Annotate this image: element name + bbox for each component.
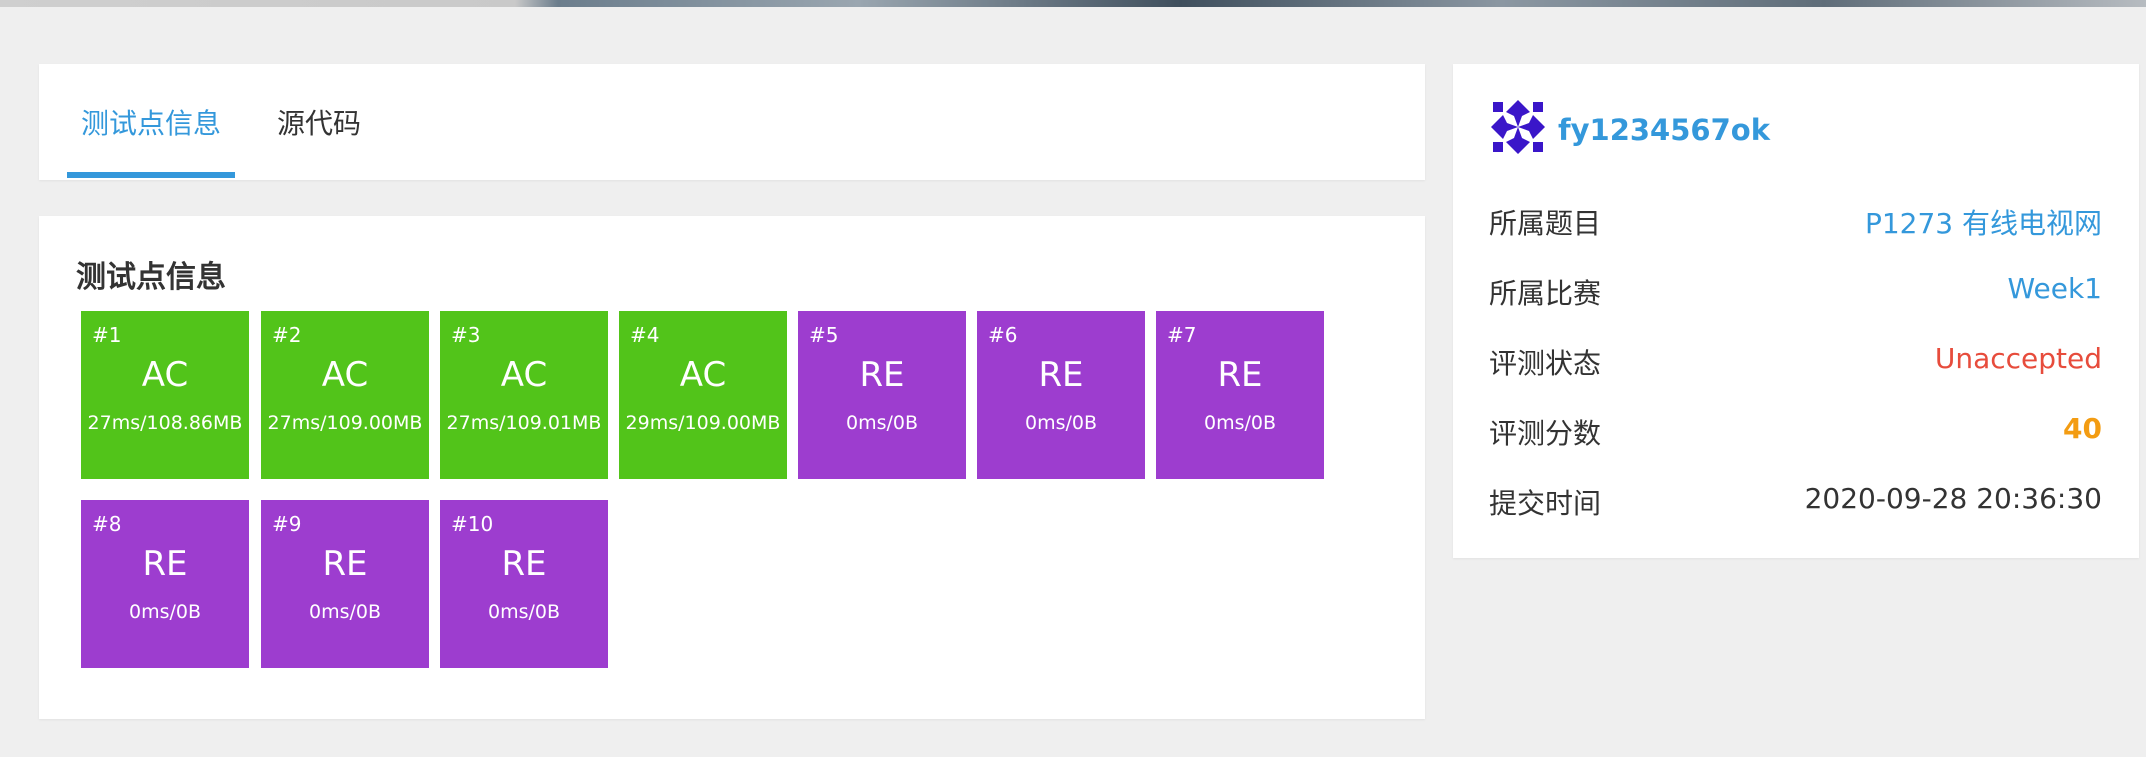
info-label: 所属比赛 — [1489, 277, 1602, 310]
info-label: 所属题目 — [1489, 207, 1602, 240]
info-row-submit-time: 提交时间 2020-09-28 20:36:30 — [1489, 482, 2102, 522]
testcase-status: RE — [1217, 355, 1263, 395]
testcase-number: #1 — [92, 323, 122, 347]
testcase-usage: 27ms/109.00MB — [267, 412, 423, 434]
testcase-tile[interactable]: #4 AC 29ms/109.00MB — [619, 311, 787, 479]
testcase-usage: 0ms/0B — [128, 601, 202, 623]
testcase-usage: 0ms/0B — [487, 601, 561, 623]
info-row-score: 评测分数 40 — [1489, 412, 2102, 452]
testcase-status: RE — [859, 355, 905, 395]
testcase-usage: 0ms/0B — [308, 601, 382, 623]
testcase-status: RE — [142, 544, 188, 584]
testcase-number: #4 — [630, 323, 660, 347]
testcase-number: #9 — [272, 512, 302, 536]
testcase-usage: 0ms/0B — [1024, 412, 1098, 434]
judge-status: Unaccepted — [1934, 342, 2102, 375]
testcase-tile[interactable]: #1 AC 27ms/108.86MB — [81, 311, 249, 479]
info-label: 提交时间 — [1489, 487, 1602, 520]
testcase-status: RE — [322, 544, 368, 584]
testcase-number: #5 — [809, 323, 839, 347]
testcase-usage: 29ms/109.00MB — [625, 412, 781, 434]
testcase-tile[interactable]: #7 RE 0ms/0B — [1156, 311, 1324, 479]
section-title: 测试点信息 — [76, 260, 226, 295]
testcase-status: AC — [141, 355, 189, 395]
testcase-tile[interactable]: #3 AC 27ms/109.01MB — [440, 311, 608, 479]
active-tab-indicator — [67, 172, 235, 178]
testcase-number: #7 — [1167, 323, 1197, 347]
info-label: 评测状态 — [1489, 347, 1602, 380]
testcase-number: #6 — [988, 323, 1018, 347]
testcase-status: RE — [501, 544, 547, 584]
testcase-status: AC — [321, 355, 369, 395]
contest-link[interactable]: Week1 — [2007, 272, 2102, 305]
submission-info-panel: fy1234567ok 所属题目 P1273 有线电视网 所属比赛 Week1 … — [1453, 64, 2139, 558]
testcase-number: #2 — [272, 323, 302, 347]
judge-score: 40 — [2063, 412, 2102, 445]
testcase-number: #10 — [451, 512, 494, 536]
testcase-usage: 0ms/0B — [845, 412, 919, 434]
testcase-tile[interactable]: #8 RE 0ms/0B — [81, 500, 249, 668]
tabs-bar: 测试点信息 源代码 — [39, 64, 1425, 180]
testcase-usage: 27ms/109.01MB — [446, 412, 602, 434]
testcase-tile[interactable]: #6 RE 0ms/0B — [977, 311, 1145, 479]
testcase-number: #3 — [451, 323, 481, 347]
username-link[interactable]: fy1234567ok — [1558, 113, 1770, 147]
testcase-status: RE — [1038, 355, 1084, 395]
testcase-tile[interactable]: #2 AC 27ms/109.00MB — [261, 311, 429, 479]
pinwheel-avatar-icon[interactable] — [1489, 98, 1547, 156]
testcase-panel: 测试点信息 #1 AC 27ms/108.86MB #2 AC 27ms/109… — [39, 216, 1425, 719]
testcase-status: AC — [679, 355, 727, 395]
tab-source-code[interactable]: 源代码 — [277, 102, 361, 142]
tab-testcase-info[interactable]: 测试点信息 — [81, 102, 221, 142]
info-label: 评测分数 — [1489, 417, 1602, 450]
header-banner-image — [0, 0, 2146, 7]
testcase-status: AC — [500, 355, 548, 395]
problem-link[interactable]: P1273 有线电视网 — [1865, 202, 2102, 242]
info-row-status: 评测状态 Unaccepted — [1489, 342, 2102, 382]
info-row-problem: 所属题目 P1273 有线电视网 — [1489, 202, 2102, 242]
testcase-usage: 0ms/0B — [1203, 412, 1277, 434]
testcase-tile[interactable]: #9 RE 0ms/0B — [261, 500, 429, 668]
submit-time: 2020-09-28 20:36:30 — [1804, 482, 2102, 515]
info-row-contest: 所属比赛 Week1 — [1489, 272, 2102, 312]
testcase-tile[interactable]: #10 RE 0ms/0B — [440, 500, 608, 668]
testcase-tile[interactable]: #5 RE 0ms/0B — [798, 311, 966, 479]
testcase-number: #8 — [92, 512, 122, 536]
testcase-usage: 27ms/108.86MB — [87, 412, 243, 434]
